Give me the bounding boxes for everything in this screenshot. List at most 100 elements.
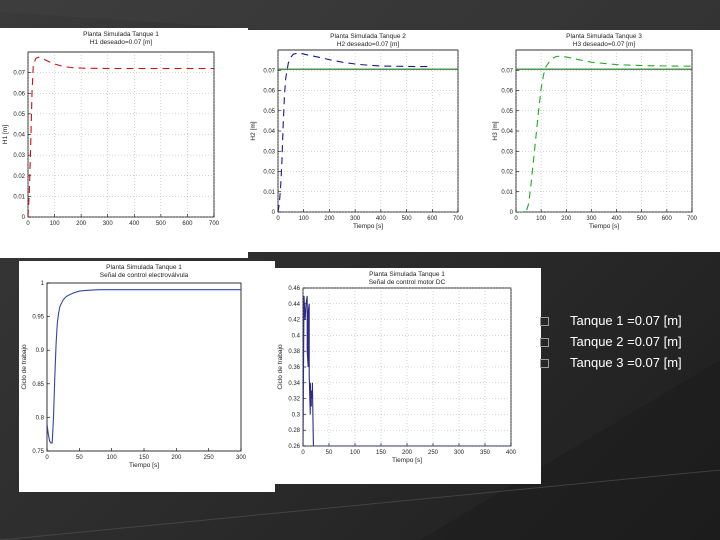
chart-title: Planta Simulada Tanque 1 [369,271,445,278]
bullet-item-tank2: Tanque 2 =0.07 [m] [540,333,715,354]
y-tick-label: 0 [510,210,514,216]
x-tick-label: 250 [428,450,439,456]
y-tick-label: 0.02 [263,170,275,176]
plot-frame [46,282,242,452]
chart-panel-tank3-level: Planta Simulada Tanque 3 H3 deseado=0.07 … [490,30,720,252]
y-tick-label: 0.01 [13,194,25,200]
y-axis-label: Ciclo de trabajo [21,344,28,390]
x-tick-label: 400 [376,216,387,222]
x-tick-label: 500 [637,216,648,222]
x-tick-label: 200 [324,216,335,222]
chart-subtitle: Señal de control motor DC [369,279,446,286]
x-axis-label: Tiempo [s] [589,223,619,230]
chart-subtitle: H2 deseado=0.07 [m] [337,41,400,48]
y-tick-label: 0.3 [292,412,301,418]
chart-valve-signal: Planta Simulada Tanque 1Señal de control… [21,264,247,469]
chart-title: Planta Simulada Tanque 3 [566,33,642,40]
x-tick-label: 100 [299,216,310,222]
y-tick-label: 0.38 [288,349,300,355]
y-tick-label: 0.02 [13,174,25,180]
y-tick-label: 0.07 [263,68,275,74]
y-tick-label: 0.03 [501,149,513,155]
x-tick-label: 200 [171,455,182,461]
y-tick-label: 0.44 [288,302,300,308]
bullet-item-tank3: Tanque 3 =0.07 [m] [540,354,715,375]
y-axis-label: H1 [m] [2,125,9,144]
x-tick-label: 150 [376,450,387,456]
chart-subtitle: Señal de control electroválvula [100,272,189,279]
bullet-text: Tanque 3 =0.07 [m] [570,355,682,370]
x-tick-label: 500 [156,221,167,227]
y-tick-label: 0.36 [288,365,300,371]
y-axis-label: H3 [m] [492,121,499,140]
series-line-0 [47,289,241,444]
chart-panel-tank1-level: Planta Simulada Tanque 1 H1 deseado=0.07 … [0,28,248,258]
x-tick-label: 400 [612,216,623,222]
bullet-list: Tanque 1 =0.07 [m] Tanque 2 =0.07 [m] Ta… [540,312,715,375]
x-tick-label: 500 [402,216,413,222]
y-axis-label: Ciclo de trabajo [277,344,284,390]
x-tick-label: 100 [50,221,61,227]
x-tick-label: 100 [107,455,118,461]
bullet-item-tank1: Tanque 1 =0.07 [m] [540,312,715,333]
x-tick-label: 0 [276,216,280,222]
bullet-box-icon [540,359,549,368]
y-tick-label: 0.04 [501,129,513,135]
x-tick-label: 0 [45,455,49,461]
bullet-box-icon [540,338,549,347]
x-tick-label: 0 [514,216,518,222]
chart-tank2-level: Planta Simulada Tanque 2H2 deseado=0.07 … [250,33,464,230]
x-tick-label: 50 [326,450,333,456]
y-tick-label: 0.05 [263,109,275,115]
y-tick-label: 0.28 [288,428,300,434]
y-tick-label: 0.95 [32,315,44,321]
x-tick-label: 600 [427,216,438,222]
chart-motor-signal: Planta Simulada Tanque 1Señal de control… [277,271,517,464]
y-tick-label: 0.06 [13,91,25,97]
series-line-0 [28,56,214,217]
x-tick-label: 250 [204,455,215,461]
chart-subtitle: H1 deseado=0.07 [m] [90,39,153,46]
y-tick-label: 0.07 [13,71,25,77]
bullet-text: Tanque 2 =0.07 [m] [570,334,682,349]
x-tick-label: 150 [139,455,150,461]
chart-panel-valve-signal: Planta Simulada Tanque 1 Señal de control… [19,261,275,492]
y-tick-label: 0.07 [501,68,513,74]
y-axis-label: H2 [m] [250,121,257,140]
y-tick-label: 0 [22,215,26,221]
x-tick-label: 400 [506,450,517,456]
y-tick-label: 0.04 [263,129,275,135]
y-tick-label: 0.75 [32,449,44,455]
x-tick-label: 300 [454,450,465,456]
y-tick-label: 1 [41,281,45,287]
x-tick-label: 600 [182,221,193,227]
y-tick-label: 0.05 [501,109,513,115]
chart-tank3-level: Planta Simulada Tanque 3H3 deseado=0.07 … [492,33,698,230]
y-tick-label: 0.04 [13,133,25,139]
y-tick-label: 0.4 [292,333,301,339]
chart-title: Planta Simulada Tanque 1 [106,264,182,271]
x-tick-label: 100 [536,216,547,222]
y-tick-label: 0.01 [263,190,275,196]
x-tick-label: 300 [236,455,247,461]
chart-tank1-level: Planta Simulada Tanque 1H1 deseado=0.07 … [2,31,220,227]
x-tick-label: 200 [402,450,413,456]
x-tick-label: 50 [76,455,83,461]
y-tick-label: 0.03 [13,153,25,159]
chart-panel-tank2-level: Planta Simulada Tanque 2 H2 deseado=0.07 … [248,30,490,252]
y-tick-label: 0.46 [288,286,300,292]
x-tick-label: 200 [76,221,87,227]
y-tick-label: 0.05 [13,112,25,118]
y-tick-label: 0.8 [36,415,45,421]
x-tick-label: 700 [209,221,220,227]
chart-panel-motor-signal: Planta Simulada Tanque 1 Señal de control… [275,268,541,484]
y-tick-label: 0.26 [288,444,300,450]
series-line-1 [516,55,692,212]
chart-subtitle: H3 deseado=0.07 [m] [573,41,636,48]
y-tick-label: 0.42 [288,318,300,324]
y-tick-label: 0 [272,210,276,216]
x-axis-label: Tiempo [s] [392,457,422,464]
bullet-text: Tanque 1 =0.07 [m] [570,313,682,328]
x-tick-label: 700 [687,216,698,222]
x-tick-label: 0 [26,221,30,227]
